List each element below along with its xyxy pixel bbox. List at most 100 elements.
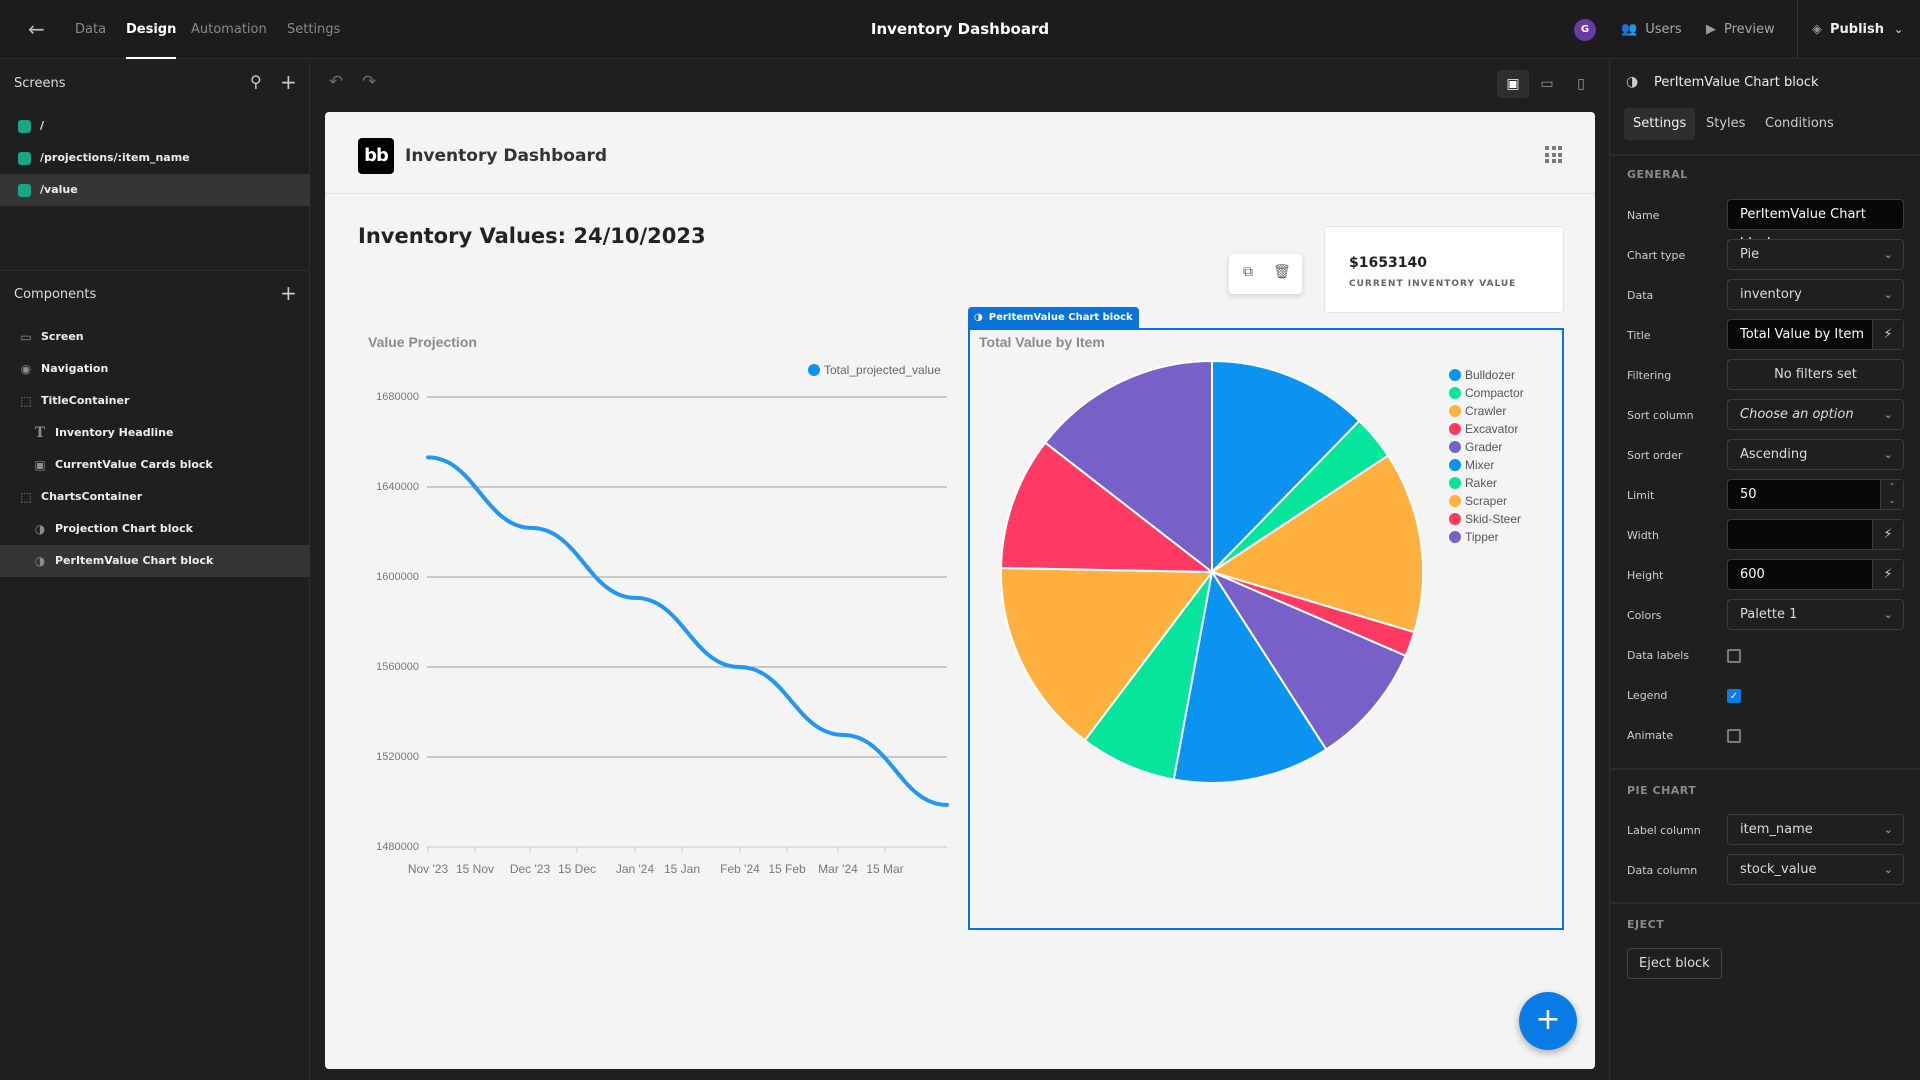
binding-lightning-icon[interactable]: ⚡ bbox=[1872, 520, 1903, 549]
back-arrow-icon[interactable]: ← bbox=[28, 18, 50, 40]
component-label: Inventory Headline bbox=[55, 426, 174, 439]
limit-input[interactable]: 50 ⌃ ⌄ bbox=[1727, 479, 1904, 510]
y-tick-label: 1600000 bbox=[376, 571, 419, 583]
tab-conditions[interactable]: Conditions bbox=[1756, 108, 1843, 140]
preview-button[interactable]: ▶ Preview bbox=[1706, 0, 1775, 59]
eject-block-button[interactable]: Eject block bbox=[1627, 948, 1722, 979]
legend-marker bbox=[1449, 495, 1461, 507]
component-item-selected[interactable]: ◑ PerItemValue Chart block bbox=[0, 545, 310, 577]
x-tick-label: 15 Jan bbox=[664, 862, 700, 876]
colors-select[interactable]: Palette 1 ⌄ bbox=[1727, 599, 1904, 630]
sort-column-select[interactable]: Choose an option ⌄ bbox=[1727, 399, 1904, 430]
add-component-fab[interactable]: + bbox=[1519, 992, 1577, 1050]
component-item[interactable]: ⬚ ChartsContainer bbox=[0, 481, 310, 513]
x-tick-label: 15 Dec bbox=[558, 862, 596, 876]
chart-icon: ◑ bbox=[974, 312, 983, 323]
data-value: inventory bbox=[1740, 287, 1802, 302]
legend-checkbox[interactable]: ✓ bbox=[1727, 689, 1741, 703]
chart-type-select[interactable]: Pie ⌄ bbox=[1727, 239, 1904, 270]
preview-label: Preview bbox=[1724, 22, 1775, 37]
binding-lightning-icon[interactable]: ⚡ bbox=[1872, 320, 1903, 349]
data-select[interactable]: inventory ⌄ bbox=[1727, 279, 1904, 310]
component-item[interactable]: ◉ Navigation bbox=[0, 353, 310, 385]
limit-value: 50 bbox=[1740, 487, 1757, 502]
inventory-headline[interactable]: Inventory Values: 24/10/2023 bbox=[358, 224, 706, 248]
legend-label: Mixer bbox=[1465, 458, 1494, 472]
screen-item-selected[interactable]: /value bbox=[0, 174, 310, 206]
users-button[interactable]: 👥 Users bbox=[1621, 0, 1682, 59]
legend-label: Total_projected_value bbox=[824, 363, 941, 377]
add-screen-icon[interactable]: + bbox=[280, 70, 297, 94]
legend-marker bbox=[1449, 477, 1461, 489]
publish-button[interactable]: ◈ Publish ⌄ bbox=[1812, 0, 1903, 59]
binding-lightning-icon[interactable]: ⚡ bbox=[1872, 560, 1903, 589]
sort-column-label: Sort column bbox=[1627, 409, 1694, 422]
component-item[interactable]: ▭ Screen bbox=[0, 321, 310, 353]
data-column-select[interactable]: stock_value ⌄ bbox=[1727, 854, 1904, 885]
label-column-select[interactable]: item_name ⌄ bbox=[1727, 814, 1904, 845]
nav-tab-design[interactable]: Design bbox=[126, 0, 177, 59]
screen-item[interactable]: / bbox=[0, 110, 310, 142]
sort-order-label: Sort order bbox=[1627, 449, 1683, 462]
app-name: Inventory Dashboard bbox=[405, 146, 608, 166]
screen-item[interactable]: /projections/:item_name bbox=[0, 142, 310, 174]
undo-icon[interactable]: ↶ bbox=[329, 72, 343, 92]
legend-label: Compactor bbox=[1465, 386, 1524, 400]
tab-styles[interactable]: Styles bbox=[1697, 108, 1754, 140]
desktop-view-icon[interactable]: ▣ bbox=[1497, 70, 1529, 98]
legend-label: Grader bbox=[1465, 440, 1502, 454]
chevron-down-icon: ⌄ bbox=[1883, 608, 1893, 621]
current-value-card[interactable]: $1653140 CURRENT INVENTORY VALUE bbox=[1324, 226, 1564, 313]
projection-line-chart[interactable]: 1680000 1640000 1600000 1560000 1520000 14800… bbox=[345, 352, 965, 912]
width-input[interactable]: ⚡ bbox=[1727, 519, 1904, 550]
filtering-button[interactable]: No filters set bbox=[1727, 359, 1904, 390]
height-input[interactable]: 600 ⚡ bbox=[1727, 559, 1904, 590]
number-stepper[interactable]: ⌃ ⌄ bbox=[1880, 480, 1903, 509]
user-avatar[interactable]: G bbox=[1574, 19, 1596, 41]
duplicate-icon[interactable]: ⧉ bbox=[1243, 264, 1253, 280]
divider bbox=[1797, 0, 1798, 59]
title-input[interactable]: Total Value by Item ⚡ bbox=[1727, 319, 1904, 350]
data-labels-checkbox[interactable] bbox=[1727, 649, 1741, 663]
chevron-down-icon: ⌄ bbox=[1883, 248, 1893, 261]
value-pie-chart[interactable]: Bulldozer Compactor Crawler Excavator Grader… bbox=[975, 352, 1560, 912]
sort-order-value: Ascending bbox=[1740, 447, 1808, 462]
card-value: $1653140 bbox=[1349, 255, 1427, 271]
component-item[interactable]: T Inventory Headline bbox=[0, 417, 310, 449]
legend-marker bbox=[1449, 405, 1461, 417]
screen-color-icon bbox=[18, 184, 31, 197]
component-item[interactable]: ⬚ TitleContainer bbox=[0, 385, 310, 417]
x-tick-label: Mar '24 bbox=[818, 862, 858, 876]
nav-tab-data[interactable]: Data bbox=[75, 0, 106, 59]
legend-label: Crawler bbox=[1465, 404, 1506, 418]
preview-canvas: bb Inventory Dashboard Inventory Values:… bbox=[325, 112, 1595, 1069]
nav-tab-settings[interactable]: Settings bbox=[287, 0, 340, 59]
mobile-view-icon[interactable]: ▯ bbox=[1565, 70, 1597, 98]
nav-tab-automation[interactable]: Automation bbox=[191, 0, 267, 59]
legend-label: Scraper bbox=[1465, 494, 1507, 508]
component-label: Navigation bbox=[41, 362, 109, 375]
chevron-down-icon: ⌄ bbox=[1894, 23, 1904, 36]
selected-component-tag[interactable]: ◑ PerItemValue Chart block bbox=[968, 307, 1139, 329]
label-column-value: item_name bbox=[1740, 822, 1813, 837]
title-value: Total Value by Item bbox=[1740, 327, 1864, 342]
component-item[interactable]: ◑ Projection Chart block bbox=[0, 513, 310, 545]
sort-order-select[interactable]: Ascending ⌄ bbox=[1727, 439, 1904, 470]
title-label: Title bbox=[1627, 329, 1651, 342]
name-input[interactable]: PerItemValue Chart block bbox=[1727, 199, 1904, 251]
chart-type-label: Chart type bbox=[1627, 249, 1686, 262]
y-tick-label: 1640000 bbox=[376, 481, 419, 493]
component-item[interactable]: ▣ CurrentValue Cards block bbox=[0, 449, 310, 481]
right-panel: ◑ PerItemValue Chart block Settings Styl… bbox=[1609, 60, 1920, 1080]
tab-settings[interactable]: Settings bbox=[1624, 108, 1696, 140]
component-label: PerItemValue Chart block bbox=[55, 554, 214, 567]
trash-icon[interactable]: 🗑 bbox=[1273, 264, 1291, 280]
app-grid-icon[interactable] bbox=[1545, 146, 1562, 163]
search-icon[interactable]: ⚲ bbox=[250, 72, 262, 91]
animate-checkbox[interactable] bbox=[1727, 729, 1741, 743]
component-label: Projection Chart block bbox=[55, 522, 193, 535]
add-component-icon[interactable]: + bbox=[280, 281, 297, 305]
tablet-view-icon[interactable]: ▭ bbox=[1531, 70, 1563, 98]
y-tick-label: 1520000 bbox=[376, 751, 419, 763]
redo-icon[interactable]: ↷ bbox=[362, 72, 376, 92]
